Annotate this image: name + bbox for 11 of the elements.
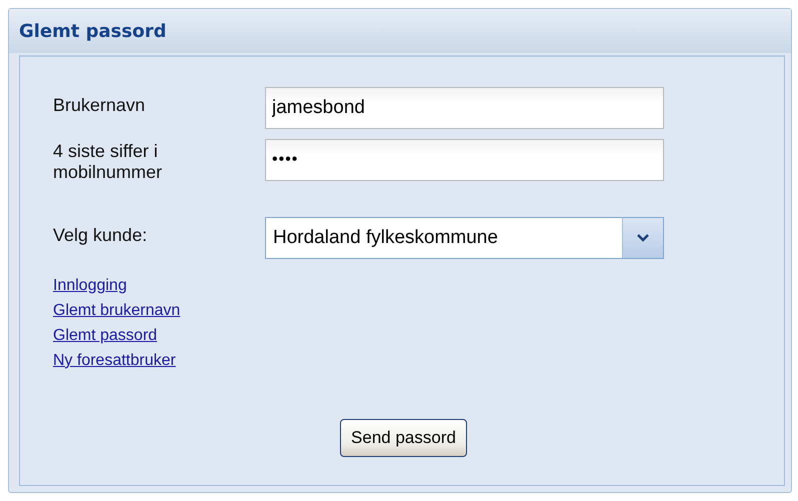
nav-link[interactable]: Innlogging [53, 273, 127, 298]
send-button[interactable]: Send passord [340, 419, 467, 457]
nav-link[interactable]: Ny foresattbruker [53, 348, 176, 373]
nav-link[interactable]: Glemt passord [53, 323, 158, 348]
digits-field[interactable]: •••• [265, 139, 664, 181]
nav-link[interactable]: Glemt brukernavn [53, 298, 180, 323]
field-label: Velg kunde: [53, 224, 148, 246]
field-label: Brukernavn [53, 94, 146, 116]
customer-dropdown[interactable]: Hordaland fylkeskommune [265, 217, 664, 259]
field-label: 4 siste siffer i mobilnummer [53, 140, 164, 183]
panel-title: Glemt passord [19, 20, 166, 42]
